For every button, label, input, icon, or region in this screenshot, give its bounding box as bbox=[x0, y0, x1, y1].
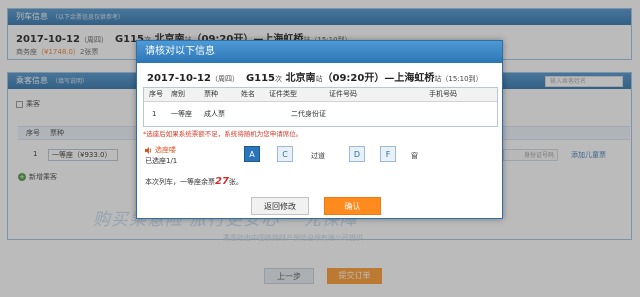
col-phone: 手机号码 bbox=[429, 90, 457, 98]
seat-notice: *选座后如果系统票额不足，系统将随机为您申请席位。 bbox=[143, 130, 303, 138]
seat-select-text: 选座喽 bbox=[155, 146, 176, 154]
confirm-button[interactable]: 确认 bbox=[324, 197, 381, 215]
back-edit-button[interactable]: 返回修改 bbox=[251, 197, 309, 215]
dialog-trip-date: 2017-10-12 bbox=[147, 73, 211, 84]
window-right-label: 窗 bbox=[411, 152, 418, 160]
confirm-dialog: 请核对以下信息 2017-10-12（周四） G115次 北京南站（09:20开… bbox=[136, 40, 503, 219]
seat-selector: 选座喽 已选座1/1 窗 A C 过道 D F 窗 bbox=[143, 142, 498, 168]
seat-select-label: 选座喽 bbox=[145, 145, 176, 155]
remain-suffix: 张。 bbox=[228, 178, 243, 186]
dialog-arrive-time: （15:10到） bbox=[441, 75, 483, 83]
dialog-train-suffix: 次 bbox=[275, 75, 283, 83]
seat-A-button[interactable]: A bbox=[244, 146, 260, 162]
dialog-to-station: 上海虹桥 bbox=[394, 73, 435, 84]
col-id-type: 证件类型 bbox=[269, 90, 297, 98]
col-name: 姓名 bbox=[241, 90, 255, 98]
dialog-trip-arrow: — bbox=[384, 73, 395, 84]
dialog-table-header: 序号 席别 票种 姓名 证件类型 证件号码 手机号码 bbox=[144, 88, 497, 102]
dialog-from-suffix: 站 bbox=[315, 75, 323, 83]
seat-D-button[interactable]: D bbox=[349, 146, 365, 162]
col-seat: 席别 bbox=[171, 90, 185, 98]
dialog-trip-summary: 2017-10-12（周四） G115次 北京南站（09:20开）—上海虹桥站（… bbox=[147, 69, 483, 84]
row-index: 1 bbox=[152, 110, 157, 118]
speaker-icon bbox=[145, 146, 152, 154]
seat-C-button[interactable]: C bbox=[277, 146, 293, 162]
seat-selected-count: 已选座1/1 bbox=[145, 157, 178, 165]
remain-prefix: 本次列车，一等座余票 bbox=[145, 178, 215, 186]
dialog-from-station: 北京南 bbox=[285, 73, 316, 84]
col-id-number: 证件号码 bbox=[329, 90, 357, 98]
row-ticket: 成人票 bbox=[204, 110, 225, 118]
col-index: 序号 bbox=[149, 90, 163, 98]
dialog-depart-time: （09:20开） bbox=[322, 73, 385, 84]
remain-count: 27 bbox=[215, 176, 229, 187]
dialog-train-number: G115 bbox=[245, 73, 276, 84]
col-ticket: 票种 bbox=[204, 90, 218, 98]
dialog-trip-weekday: （周四） bbox=[210, 75, 239, 83]
row-seat: 一等座 bbox=[171, 110, 192, 118]
dialog-passenger-table: 序号 席别 票种 姓名 证件类型 证件号码 手机号码 1 一等座 成人票 二代身… bbox=[143, 87, 498, 127]
row-id-type: 二代身份证 bbox=[291, 110, 326, 118]
dialog-table-row: 1 一等座 成人票 二代身份证 bbox=[144, 102, 497, 126]
dialog-title: 请核对以下信息 bbox=[137, 41, 502, 63]
aisle-label: 过道 bbox=[311, 152, 325, 160]
seat-F-button[interactable]: F bbox=[380, 146, 396, 162]
remaining-tickets: 本次列车，一等座余票27张。 bbox=[145, 176, 243, 187]
